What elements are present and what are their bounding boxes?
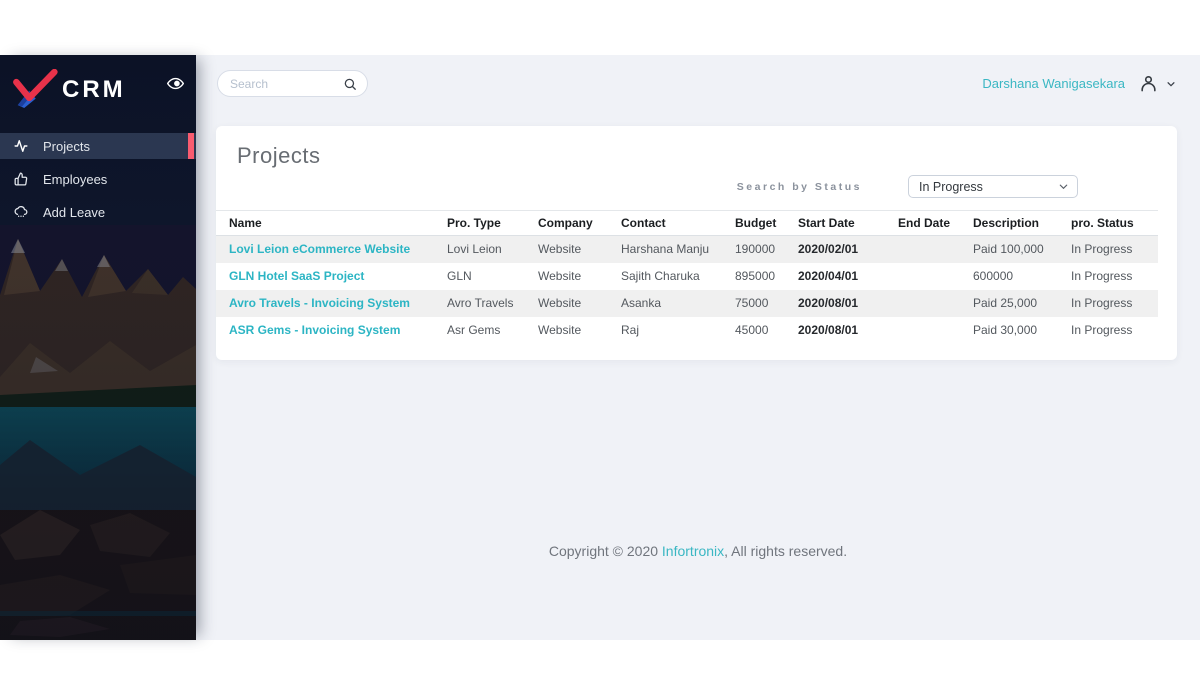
status-select-value: In Progress (919, 179, 983, 194)
sidebar-header: CRM (0, 55, 196, 125)
table-row: Avro Travels - Invoicing System Avro Trav… (216, 289, 1158, 317)
cell-name: Lovi Leion eCommerce Website (216, 236, 447, 263)
table-row: GLN Hotel SaaS Project GLN Website Sajith C… (216, 263, 1158, 290)
cell-end (898, 290, 973, 317)
cell-description: Paid 25,000 (973, 296, 1038, 310)
cell-start: 2020/02/01 (798, 242, 859, 257)
user-name: Darshana Wanigasekara (982, 76, 1125, 91)
sidebar: CRM Projects Employees Add Leave (0, 55, 196, 640)
status-filter: Search by Status In Progress (737, 175, 1078, 198)
cell-type: Lovi Leion (447, 242, 502, 257)
cell-company: Website (538, 296, 582, 310)
cell-contact: Raj (621, 323, 640, 337)
project-link[interactable]: Lovi Leion eCommerce Website (229, 242, 410, 256)
cell-budget: 895000 (735, 269, 776, 283)
cell-contact: Harshana Manju (621, 242, 710, 257)
cell-name: ASR Gems - Invoicing System (216, 317, 447, 344)
cell-end (898, 236, 973, 263)
crm-logo-icon (13, 69, 58, 108)
cell-budget: 190000 (735, 242, 776, 257)
chevron-down-icon (1166, 79, 1176, 89)
cell-company: Website (538, 269, 582, 283)
thumbs-up-icon (14, 172, 28, 186)
table-row: Lovi Leion eCommerce Website Lovi Leion We… (216, 235, 1158, 263)
brand-logo[interactable]: CRM (12, 69, 126, 111)
project-link[interactable]: ASR Gems - Invoicing System (229, 323, 400, 337)
column-header: pro. Status (1071, 210, 1158, 236)
sidebar-item-employees[interactable]: Employees (0, 166, 196, 192)
column-header: Description (973, 210, 1071, 236)
cell-type: Asr Gems (447, 323, 501, 337)
sidebar-item-add-leave[interactable]: Add Leave (0, 199, 196, 225)
cell-start: 2020/08/01 (798, 296, 859, 310)
cell-status: In Progress (1071, 269, 1133, 283)
search-input[interactable] (230, 76, 343, 91)
cell-start: 2020/08/01 (798, 323, 859, 337)
user-menu[interactable]: Darshana Wanigasekara (982, 74, 1176, 93)
cell-status: In Progress (1071, 296, 1133, 310)
table-header-row: Name Pro. Type Company Contact Budget Start D… (216, 210, 1158, 236)
cell-name: GLN Hotel SaaS Project (216, 263, 447, 290)
projects-table-wrap: Name Pro. Type Company Contact Budget Start D… (216, 210, 1158, 344)
page-title: Projects (237, 143, 321, 168)
cell-contact: Sajith Charuka (621, 269, 700, 283)
projects-card: Projects Search by Status In Progress Na… (216, 126, 1177, 360)
sidebar-item-label: Projects (43, 138, 90, 154)
footer-company-link[interactable]: Infortronix (662, 543, 724, 559)
sidebar-toggle-eye-icon[interactable] (167, 75, 184, 92)
cell-description: 600000 (973, 269, 1014, 283)
user-icon (1141, 75, 1156, 92)
cell-status: In Progress (1071, 242, 1133, 257)
footer-text-prefix: Copyright © 2020 (548, 543, 662, 559)
main-area: Darshana Wanigasekara Projects Search by… (196, 55, 1200, 640)
footer: Copyright © 2020 Infortronix, All rights… (196, 543, 1200, 559)
card-header: Projects Search by Status In Progress (216, 126, 1177, 210)
cell-start: 2020/04/01 (798, 269, 859, 283)
column-header: Contact (621, 210, 735, 236)
chevron-down-icon (1059, 184, 1068, 190)
activity-icon (14, 140, 28, 152)
table-row: ASR Gems - Invoicing System Asr Gems Websi… (216, 317, 1158, 344)
cell-name: Avro Travels - Invoicing System (216, 290, 447, 317)
app-window: CRM Projects Employees Add Leave Search … (0, 55, 1200, 640)
cell-description: Paid 100,000 (973, 242, 1044, 257)
cell-company: Website (538, 323, 582, 337)
project-link[interactable]: Avro Travels - Invoicing System (229, 296, 410, 310)
cell-budget: 75000 (735, 296, 769, 310)
cell-company: Website (538, 242, 582, 257)
sidebar-item-projects[interactable]: Projects (0, 133, 196, 159)
brand-text: CRM (62, 76, 126, 103)
search-icon[interactable] (343, 77, 357, 91)
filter-label: Search by Status (736, 180, 862, 193)
cloud-drizzle-icon (14, 206, 28, 218)
cell-budget: 45000 (735, 323, 769, 337)
column-header: Budget (735, 210, 798, 236)
column-header: Pro. Type (447, 210, 538, 236)
topbar: Darshana Wanigasekara (196, 55, 1200, 112)
cell-status: In Progress (1071, 323, 1133, 337)
cell-end (898, 317, 973, 344)
cell-end (898, 263, 973, 290)
project-link[interactable]: GLN Hotel SaaS Project (229, 269, 364, 283)
column-header: Start Date (798, 210, 898, 236)
footer-text-suffix: , All rights reserved. (724, 543, 848, 559)
search-box (217, 70, 368, 97)
cell-contact: Asanka (621, 296, 662, 310)
projects-table: Name Pro. Type Company Contact Budget Start D… (216, 210, 1158, 344)
cell-type: Avro Travels (447, 296, 514, 310)
cell-description: Paid 30,000 (973, 323, 1038, 337)
sidebar-item-label: Employees (43, 171, 108, 187)
column-header: Name (216, 210, 447, 236)
column-header: End Date (898, 210, 973, 236)
sidebar-photo-overlay (0, 225, 196, 640)
sidebar-nav: Projects Employees Add Leave (0, 133, 196, 225)
status-select[interactable]: In Progress (908, 175, 1078, 198)
column-header: Company (538, 210, 621, 236)
cell-type: GLN (447, 269, 472, 283)
sidebar-item-label: Add Leave (43, 204, 106, 220)
table-body: Lovi Leion eCommerce Website Lovi Leion We… (216, 235, 1158, 344)
